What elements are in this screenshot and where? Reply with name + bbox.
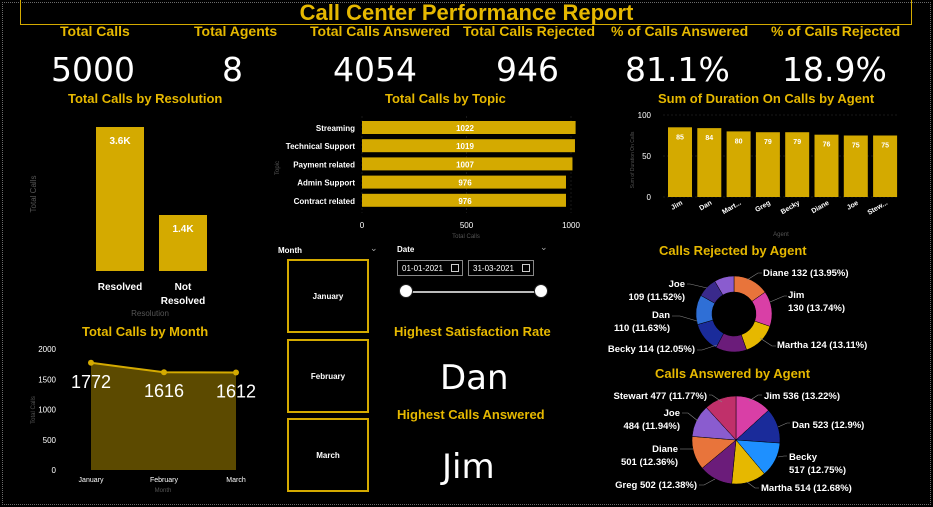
- month-slicer-chevron-icon[interactable]: ⌄: [370, 243, 378, 254]
- kpi-value-pct-rejected: 18.9%: [782, 50, 887, 89]
- answered-label: Highest Calls Answered: [397, 407, 545, 422]
- kpi-value-total-agents: 8: [222, 50, 243, 89]
- answered-value: Jim: [442, 447, 495, 487]
- kpi-value-calls-answered: 4054: [333, 50, 417, 89]
- kpi-label-calls-rejected: Total Calls Rejected: [463, 23, 596, 39]
- date-slicer-label: Date: [397, 245, 415, 254]
- kpi-label-calls-answered: Total Calls Answered: [310, 23, 451, 39]
- duration-chart-title: Sum of Duration On Calls by Agent: [658, 91, 875, 106]
- month-tile-february[interactable]: February: [287, 339, 369, 413]
- kpi-label-pct-answered: % of Calls Answered: [611, 23, 749, 39]
- date-slider-track: [407, 291, 542, 293]
- date-end-input[interactable]: 31-03-2021: [468, 260, 534, 276]
- kpi-label-total-agents: Total Agents: [194, 23, 278, 39]
- answered-chart-title: Calls Answered by Agent: [655, 366, 811, 381]
- topic-chart-title: Total Calls by Topic: [385, 91, 506, 106]
- date-start-input[interactable]: 01-01-2021: [397, 260, 463, 276]
- resolution-chart-title: Total Calls by Resolution: [68, 91, 223, 106]
- month-chart-title: Total Calls by Month: [82, 324, 209, 339]
- month-tile-january[interactable]: January: [287, 259, 369, 333]
- kpi-label-total-calls: Total Calls: [60, 23, 130, 39]
- date-end-value: 31-03-2021: [473, 263, 514, 273]
- calendar-icon[interactable]: [522, 264, 530, 272]
- month-slicer-label: Month: [278, 246, 302, 255]
- date-slider-end-handle[interactable]: [534, 284, 548, 298]
- kpi-value-pct-answered: 81.1%: [625, 50, 730, 89]
- date-slicer-chevron-icon[interactable]: ⌄: [540, 242, 548, 253]
- date-start-value: 01-01-2021: [402, 263, 443, 273]
- satisfaction-label: Highest Satisfaction Rate: [394, 324, 551, 339]
- kpi-value-total-calls: 5000: [51, 50, 135, 89]
- date-slider-start-handle[interactable]: [399, 284, 413, 298]
- satisfaction-value: Dan: [440, 358, 509, 398]
- month-tile-march[interactable]: March: [287, 418, 369, 492]
- kpi-value-calls-rejected: 946: [496, 50, 559, 89]
- rejected-chart-title: Calls Rejected by Agent: [659, 243, 807, 258]
- kpi-label-pct-rejected: % of Calls Rejected: [771, 23, 901, 39]
- calendar-icon[interactable]: [451, 264, 459, 272]
